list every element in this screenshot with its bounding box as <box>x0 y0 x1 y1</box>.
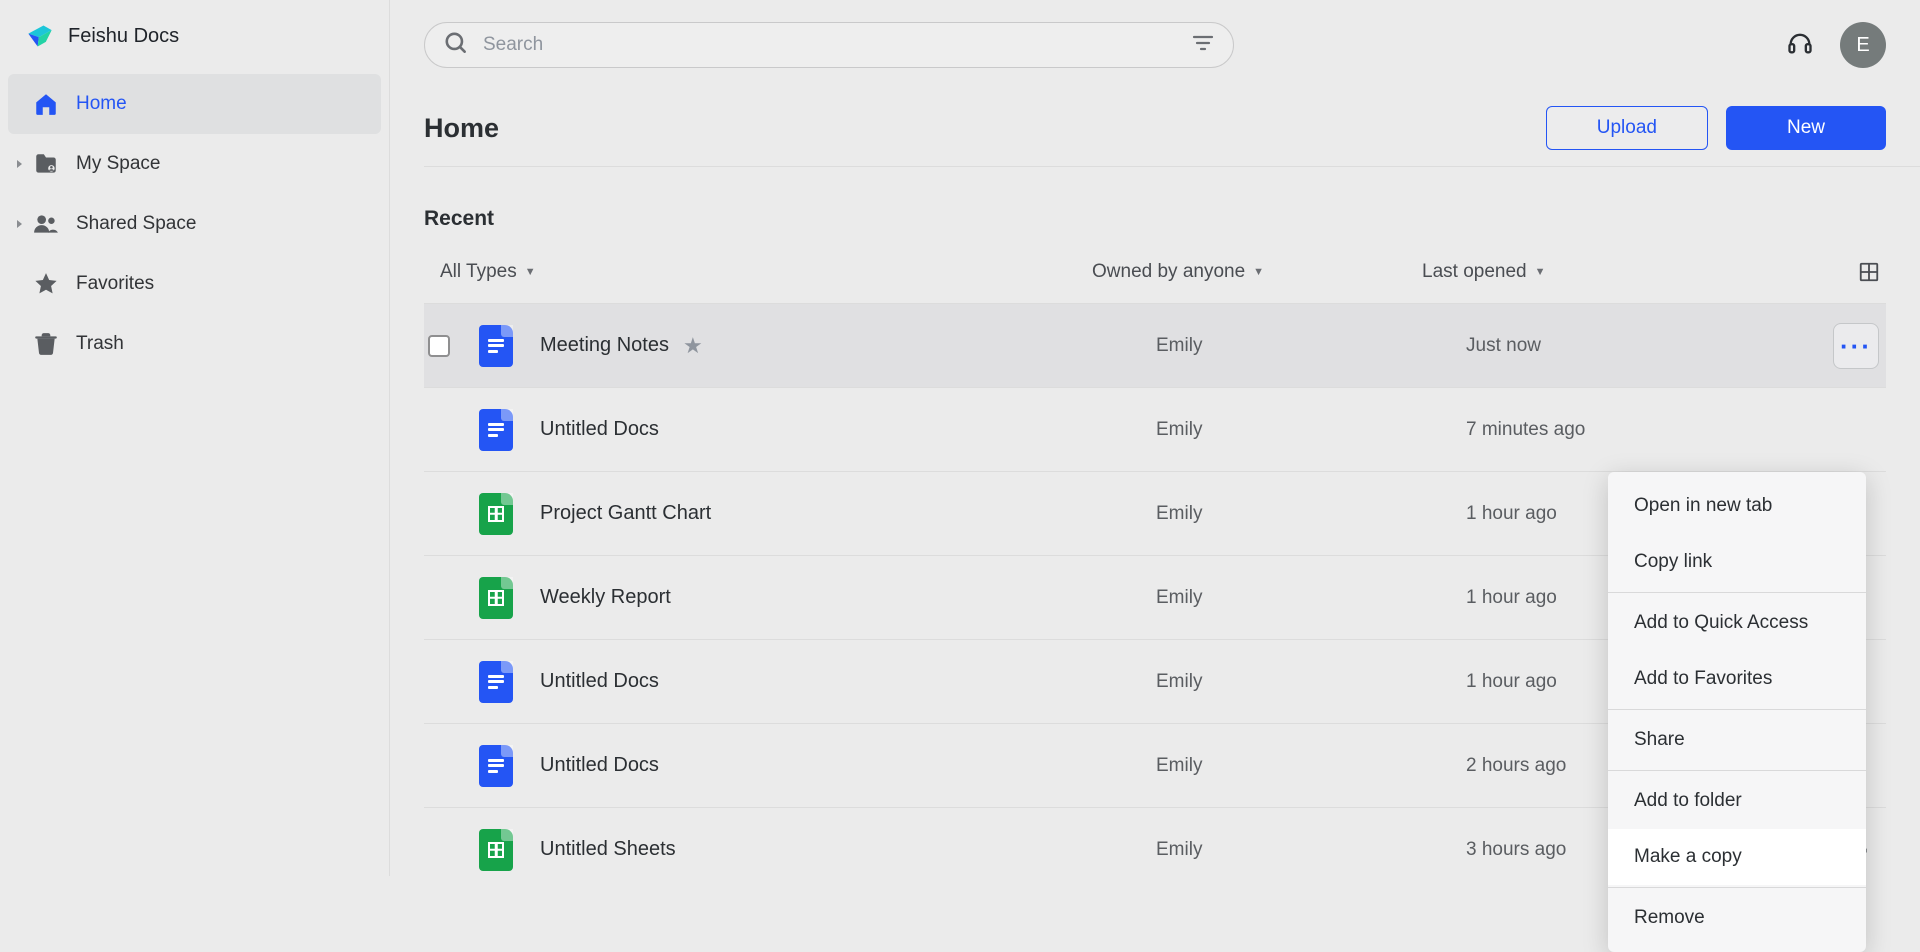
section-title: Recent <box>424 207 1886 231</box>
filter-bar: All Types ▼ Owned by anyone ▼ Last opene… <box>424 251 1886 293</box>
topbar: E <box>390 0 1920 90</box>
feishu-logo-icon <box>26 22 54 50</box>
brand[interactable]: Feishu Docs <box>0 12 389 74</box>
menu-separator <box>1608 887 1866 888</box>
sidebar-item-shared-space[interactable]: Shared Space <box>8 194 381 254</box>
brand-name: Feishu Docs <box>68 25 179 48</box>
file-owner: Emily <box>1156 335 1466 357</box>
sidebar-item-label: Trash <box>76 333 124 355</box>
menu-separator <box>1608 770 1866 771</box>
doc-icon <box>476 745 516 787</box>
file-owner: Emily <box>1156 503 1466 525</box>
grid-view-toggle[interactable] <box>1852 255 1886 289</box>
file-owner: Emily <box>1156 671 1466 693</box>
file-owner: Emily <box>1156 839 1466 861</box>
file-row[interactable]: Meeting Notes ★ EmilyJust now ··· <box>424 303 1886 387</box>
file-owner: Emily <box>1156 755 1466 777</box>
caret-down-icon: ▼ <box>1253 266 1264 278</box>
file-name: Untitled Docs <box>540 754 659 777</box>
context-menu: Open in new tabCopy linkAdd to Quick Acc… <box>1608 472 1866 952</box>
filter-owner-label: Owned by anyone <box>1092 261 1245 283</box>
upload-button[interactable]: Upload <box>1546 106 1708 150</box>
file-name: Weekly Report <box>540 586 671 609</box>
home-icon <box>32 90 60 118</box>
menu-item-make-a-copy[interactable]: Make a copy <box>1608 829 1866 885</box>
menu-separator <box>1608 592 1866 593</box>
file-name: Project Gantt Chart <box>540 502 711 525</box>
sheet-icon <box>476 493 516 535</box>
file-name: Untitled Sheets <box>540 838 676 861</box>
row-checkbox[interactable] <box>424 755 476 777</box>
sidebar-item-my-space[interactable]: My Space <box>8 134 381 194</box>
doc-icon <box>476 661 516 703</box>
file-owner: Emily <box>1156 419 1466 441</box>
people-icon <box>32 210 60 238</box>
row-checkbox[interactable] <box>424 503 476 525</box>
doc-icon <box>476 409 516 451</box>
sidebar-item-label: Shared Space <box>76 213 196 235</box>
search-input[interactable] <box>469 34 1191 56</box>
sheet-icon <box>476 829 516 871</box>
star-icon[interactable]: ★ <box>683 333 703 359</box>
caret-down-icon: ▼ <box>1535 266 1546 278</box>
file-owner: Emily <box>1156 587 1466 609</box>
nav: Home My Space Shared Space Favorites Trash <box>0 74 389 374</box>
menu-item-add-to-favorites[interactable]: Add to Favorites <box>1608 651 1866 707</box>
sheet-icon <box>476 577 516 619</box>
row-checkbox[interactable] <box>424 419 476 441</box>
header-divider <box>424 166 1920 167</box>
menu-item-remove[interactable]: Remove <box>1608 890 1866 946</box>
trash-icon <box>32 330 60 358</box>
filter-type-label: All Types <box>440 261 517 283</box>
filter-icon[interactable] <box>1191 31 1215 60</box>
folder-user-icon <box>32 150 60 178</box>
menu-item-copy-link[interactable]: Copy link <box>1608 534 1866 590</box>
sidebar-item-home[interactable]: Home <box>8 74 381 134</box>
menu-item-open-in-new-tab[interactable]: Open in new tab <box>1608 478 1866 534</box>
sidebar-item-label: Home <box>76 93 127 115</box>
file-time: Just now <box>1466 335 1826 357</box>
filter-sort[interactable]: Last opened ▼ <box>1422 261 1832 283</box>
expand-caret-icon[interactable] <box>12 159 28 169</box>
doc-icon <box>476 325 516 367</box>
page-title: Home <box>424 113 499 144</box>
avatar[interactable]: E <box>1840 22 1886 68</box>
sidebar-item-label: Favorites <box>76 273 154 295</box>
file-name: Meeting Notes <box>540 334 669 357</box>
filter-sort-label: Last opened <box>1422 261 1527 283</box>
avatar-initial: E <box>1856 34 1869 57</box>
row-checkbox[interactable] <box>424 335 476 357</box>
file-name: Untitled Docs <box>540 418 659 441</box>
row-checkbox[interactable] <box>424 671 476 693</box>
sidebar-item-favorites[interactable]: Favorites <box>8 254 381 314</box>
page-header: Home Upload New <box>424 90 1886 166</box>
expand-caret-icon[interactable] <box>12 219 28 229</box>
new-button[interactable]: New <box>1726 106 1886 150</box>
file-time: 7 minutes ago <box>1466 419 1826 441</box>
menu-item-add-to-folder[interactable]: Add to folder <box>1608 773 1866 829</box>
more-button[interactable]: ··· <box>1833 323 1879 369</box>
headphones-icon[interactable] <box>1786 29 1814 62</box>
search-box[interactable] <box>424 22 1234 68</box>
filter-type[interactable]: All Types ▼ <box>440 261 536 283</box>
search-icon <box>443 30 469 61</box>
caret-down-icon: ▼ <box>525 266 536 278</box>
sidebar-item-trash[interactable]: Trash <box>8 314 381 374</box>
filter-owner[interactable]: Owned by anyone ▼ <box>1092 261 1402 283</box>
menu-separator <box>1608 709 1866 710</box>
row-checkbox[interactable] <box>424 839 476 861</box>
star-icon <box>32 270 60 298</box>
sidebar-item-label: My Space <box>76 153 160 175</box>
sidebar: Feishu Docs Home My Space Shared Space Favo… <box>0 0 390 876</box>
file-name: Untitled Docs <box>540 670 659 693</box>
row-checkbox[interactable] <box>424 587 476 609</box>
menu-item-add-to-quick-access[interactable]: Add to Quick Access <box>1608 595 1866 651</box>
main: Home Upload New Recent All Types ▼ Owned… <box>390 90 1920 876</box>
menu-item-share[interactable]: Share <box>1608 712 1866 768</box>
file-row[interactable]: Untitled Docs★Emily7 minutes ago··· <box>424 387 1886 471</box>
